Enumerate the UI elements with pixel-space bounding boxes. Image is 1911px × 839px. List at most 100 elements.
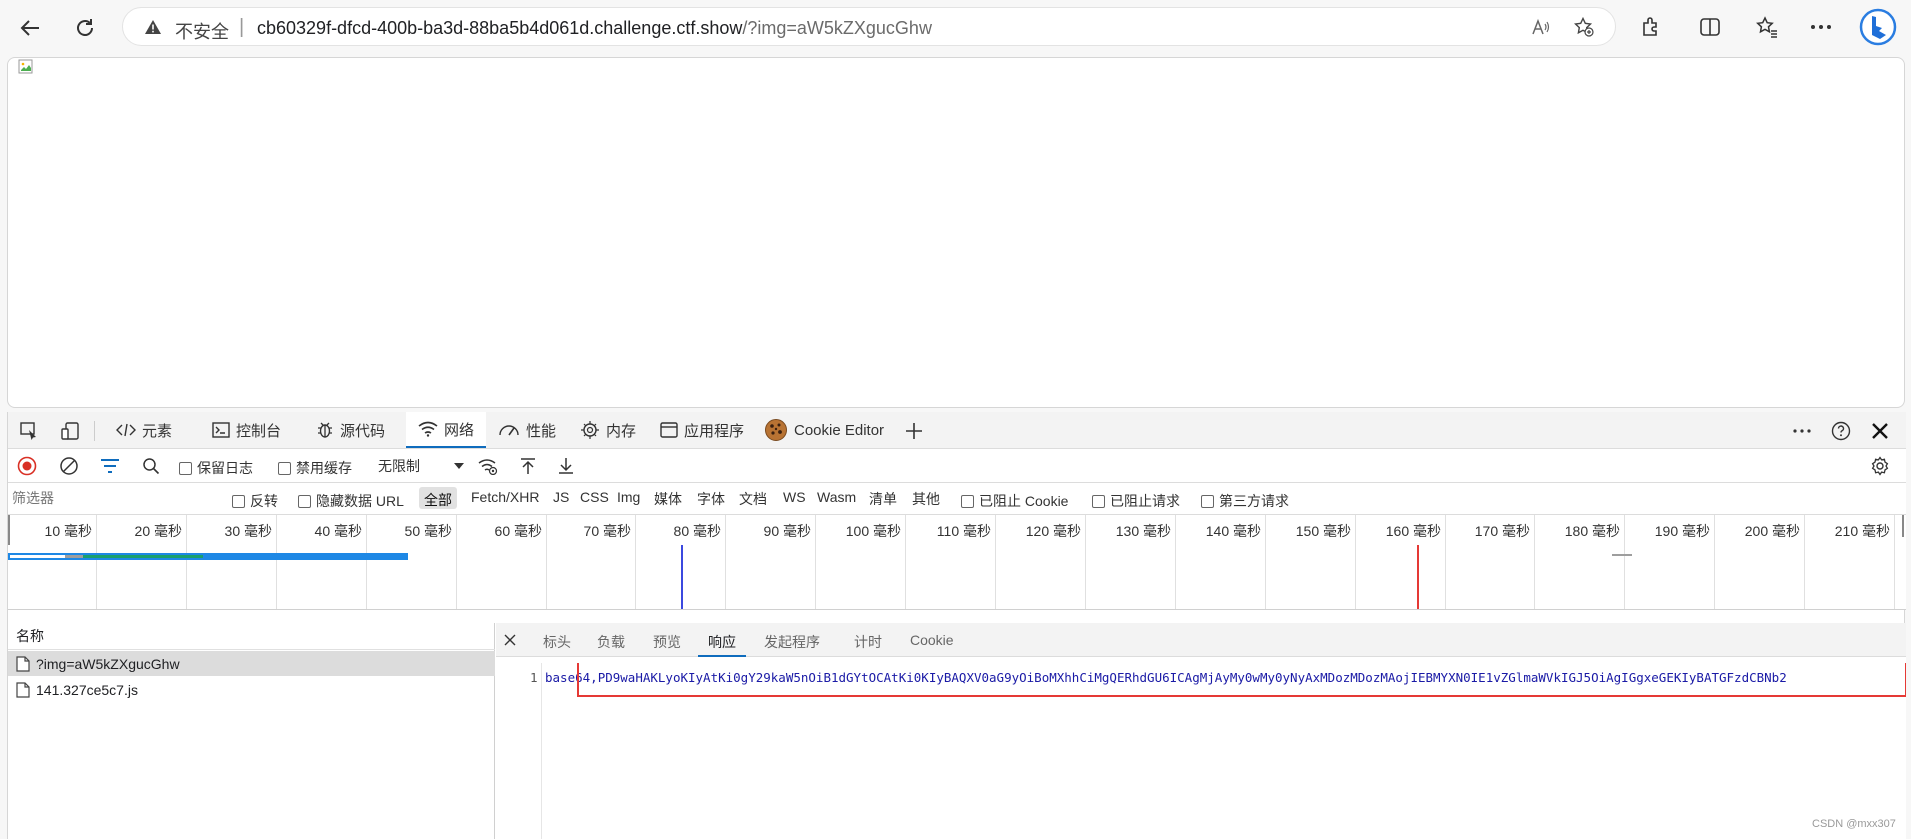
- tab-cookies[interactable]: Cookie: [910, 632, 954, 648]
- tab-timing[interactable]: 计时: [854, 632, 882, 652]
- invert-checkbox[interactable]: 反转: [232, 491, 278, 511]
- record-stop-icon[interactable]: [15, 454, 39, 478]
- application-window-icon: [660, 422, 678, 438]
- request-row[interactable]: ?img=aW5kZXgucGhw: [8, 651, 495, 676]
- network-overview-timeline[interactable]: 10 毫秒 20 毫秒 30 毫秒 40 毫秒 50 毫秒 60 毫秒 70 毫秒 80 毫秒…: [8, 515, 1906, 610]
- blocked-cookies-checkbox[interactable]: 已阻止 Cookie: [961, 491, 1068, 511]
- tab-label: 元素: [142, 422, 173, 440]
- name-column-header[interactable]: 名称: [8, 623, 495, 650]
- address-bar[interactable]: 不安全 | cb60329f-dfcd-400b-ba3d-88ba5b4d06…: [122, 7, 1616, 46]
- timeline-tick-label: 20 毫秒: [134, 523, 182, 539]
- import-har-icon[interactable]: [516, 454, 540, 478]
- tab-preview[interactable]: 预览: [653, 632, 681, 652]
- request-name: ?img=aW5kZXgucGhw: [36, 655, 180, 672]
- clear-icon[interactable]: [57, 454, 81, 478]
- blocked-requests-checkbox[interactable]: 已阻止请求: [1092, 491, 1180, 511]
- checkbox-box[interactable]: [179, 461, 192, 475]
- tab-response[interactable]: 响应: [708, 632, 736, 652]
- timeline-tick-label: 70 毫秒: [583, 523, 631, 539]
- throttle-select[interactable]: 无限制: [374, 455, 468, 477]
- checkbox-box[interactable]: [298, 494, 311, 508]
- help-icon[interactable]: [1829, 419, 1853, 443]
- favorites-icon[interactable]: [1752, 12, 1782, 42]
- timeline-gridline: [815, 515, 816, 609]
- filter-type-ws[interactable]: WS: [783, 489, 806, 505]
- tab-console[interactable]: 控制台: [208, 412, 285, 448]
- url-path: /?img=aW5kZXgucGhw: [742, 18, 932, 38]
- more-menu-icon[interactable]: [1806, 12, 1836, 42]
- timeline-tick-label: 140 毫秒: [1205, 523, 1261, 539]
- name-header-label: 名称: [16, 628, 44, 644]
- tab-headers[interactable]: 标头: [543, 632, 571, 652]
- tab-application[interactable]: 应用程序: [656, 412, 748, 448]
- bing-copilot-icon[interactable]: [1858, 7, 1898, 47]
- timeline-tick-label: 100 毫秒: [845, 523, 901, 539]
- read-aloud-icon[interactable]: [1530, 16, 1552, 38]
- filter-type-other[interactable]: 其他: [912, 489, 940, 509]
- checkbox-box[interactable]: [1092, 494, 1105, 508]
- bug-icon: [316, 421, 334, 439]
- filter-type-doc[interactable]: 文档: [739, 489, 767, 509]
- close-detail-icon[interactable]: [502, 632, 518, 648]
- third-party-checkbox[interactable]: 第三方请求: [1201, 491, 1289, 511]
- close-devtools-icon[interactable]: [1868, 419, 1892, 443]
- split-screen-icon[interactable]: [1695, 12, 1725, 42]
- security-label[interactable]: 不安全: [175, 18, 229, 44]
- timeline-gridline: [1355, 515, 1356, 609]
- back-arrow-icon[interactable]: [14, 12, 46, 44]
- inspect-element-icon[interactable]: [17, 419, 41, 443]
- tab-label: 内存: [606, 422, 637, 440]
- network-settings-icon[interactable]: [1868, 454, 1892, 478]
- add-favorite-icon[interactable]: [1573, 16, 1595, 38]
- tab-payload[interactable]: 负载: [597, 632, 625, 652]
- filter-type-js[interactable]: JS: [553, 489, 569, 505]
- filter-icon[interactable]: [98, 454, 122, 478]
- tab-sources[interactable]: 源代码: [312, 412, 389, 448]
- filter-type-wasm[interactable]: Wasm: [817, 489, 856, 505]
- export-har-icon[interactable]: [554, 454, 578, 478]
- tab-label: 网络: [444, 421, 475, 439]
- tab-cookie-editor[interactable]: Cookie Editor: [760, 412, 888, 448]
- url-text[interactable]: cb60329f-dfcd-400b-ba3d-88ba5b4d061d.cha…: [257, 18, 932, 39]
- device-emulation-icon[interactable]: [58, 419, 82, 443]
- timeline-gridline: [1534, 515, 1535, 609]
- checkbox-box[interactable]: [961, 494, 974, 508]
- warning-icon[interactable]: [143, 17, 163, 37]
- filter-type-media[interactable]: 媒体: [654, 489, 682, 509]
- filter-type-all[interactable]: 全部: [419, 487, 457, 509]
- hide-data-url-checkbox[interactable]: 隐藏数据 URL: [298, 491, 404, 511]
- add-tab-icon[interactable]: [902, 419, 926, 443]
- filter-type-font[interactable]: 字体: [697, 489, 725, 509]
- extensions-icon[interactable]: [1636, 12, 1666, 42]
- filter-type-css[interactable]: CSS: [580, 489, 609, 505]
- filter-type-manifest[interactable]: 清单: [869, 489, 897, 509]
- timeline-tick-label: 10 毫秒: [44, 523, 92, 539]
- checkbox-box[interactable]: [278, 461, 291, 475]
- filter-type-fetch-xhr[interactable]: Fetch/XHR: [471, 489, 539, 505]
- tab-performance[interactable]: 性能: [494, 412, 560, 448]
- preserve-log-checkbox[interactable]: 保留日志: [179, 458, 253, 478]
- request-row[interactable]: 141.327ce5c7.js: [8, 677, 495, 702]
- tab-label: 源代码: [340, 422, 386, 440]
- timeline-tick-label: 200 毫秒: [1744, 523, 1800, 539]
- network-conditions-icon[interactable]: [476, 454, 500, 478]
- checkbox-box[interactable]: [1201, 494, 1214, 508]
- filter-input[interactable]: [12, 487, 212, 509]
- timeline-right-edge: [1902, 515, 1904, 537]
- filter-type-img[interactable]: Img: [617, 489, 640, 505]
- search-icon[interactable]: [139, 454, 163, 478]
- devtools-more-icon[interactable]: [1790, 419, 1814, 443]
- timeline-tick-label: 120 毫秒: [1025, 523, 1081, 539]
- disable-cache-checkbox[interactable]: 禁用缓存: [278, 458, 352, 478]
- page-viewport: [7, 57, 1905, 408]
- timeline-tick-label: 130 毫秒: [1115, 523, 1171, 539]
- tab-initiator[interactable]: 发起程序: [764, 632, 820, 652]
- tab-memory[interactable]: 内存: [576, 412, 640, 448]
- tab-elements[interactable]: 元素: [112, 412, 176, 448]
- tab-network[interactable]: 网络: [406, 412, 487, 448]
- console-icon: [212, 422, 230, 438]
- refresh-icon[interactable]: [69, 12, 101, 44]
- detail-tab-bar: 标头 负载 预览 响应 发起程序 计时 Cookie: [496, 623, 1906, 657]
- checkbox-box[interactable]: [232, 494, 245, 508]
- response-viewer[interactable]: 1 base64,PD9waHAKLyoKIyAtKi0gY29kaW5nOiB…: [496, 663, 1906, 839]
